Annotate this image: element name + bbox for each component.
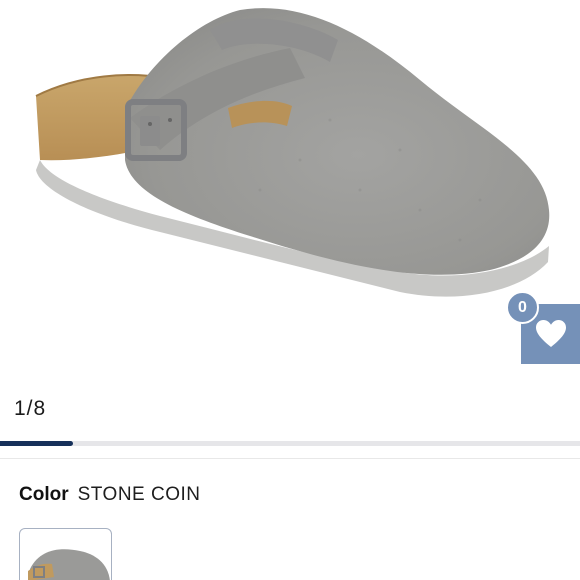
- color-label: Color: [19, 484, 69, 505]
- wishlist-count-badge: 0: [506, 291, 539, 324]
- swatch-thumbnail: [28, 549, 110, 580]
- product-image[interactable]: [0, 0, 580, 380]
- gallery-progress-track: [0, 441, 580, 446]
- color-swatch-stone-coin[interactable]: [19, 528, 112, 580]
- gallery-progress-fill: [0, 441, 73, 446]
- color-selector-label: Color STONE COIN: [19, 484, 201, 506]
- divider: [0, 458, 580, 459]
- product-page: 0 1/8 Color STONE COIN: [0, 0, 580, 580]
- gallery-position: 1/8: [14, 397, 47, 420]
- heart-icon: [535, 320, 566, 347]
- color-value: STONE COIN: [77, 484, 201, 505]
